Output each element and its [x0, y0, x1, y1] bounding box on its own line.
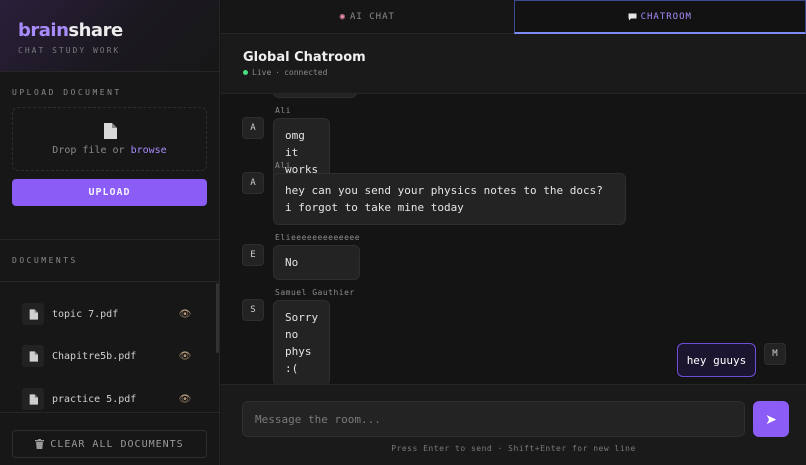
connection-status: Live · connected: [243, 68, 784, 77]
document-file-icon: [22, 345, 44, 367]
document-list-scrollbar[interactable]: [216, 283, 219, 353]
document-item[interactable]: practice 5.pdf 👁: [22, 387, 192, 411]
clear-all-label: CLEAR ALL DOCUMENTS: [50, 438, 184, 450]
document-item[interactable]: Chapitre5b.pdf 👁: [22, 344, 192, 368]
brand-header: brainshare CHAT STUDY WORK: [0, 0, 219, 72]
section-divider: [0, 281, 219, 282]
message-sender: Samuel Gauthier: [275, 288, 355, 297]
composer-hint: Press Enter to send · Shift+Enter for ne…: [391, 444, 636, 453]
file-icon: [103, 123, 117, 139]
document-name: topic 7.pdf: [52, 308, 119, 320]
message-sender: Ali: [275, 161, 291, 170]
send-button[interactable]: ➤: [753, 401, 789, 437]
tab-label: AI CHAT: [349, 12, 395, 22]
drop-instruction: Drop file or: [52, 145, 125, 156]
tab-bar: ◉ AI CHAT CHATROOM: [221, 0, 806, 34]
status-live: Live: [252, 68, 272, 77]
trash-icon: [35, 439, 45, 449]
tab-label: CHATROOM: [640, 11, 692, 22]
sidebar: brainshare CHAT STUDY WORK UPLOAD DOCUME…: [0, 0, 220, 465]
chatroom-header: Global Chatroom Live · connected: [221, 34, 806, 94]
message-list[interactable]: A Ali omg it works A Ali hey can you sen…: [221, 94, 806, 384]
logo-accent: share: [68, 20, 123, 41]
browse-link[interactable]: browse: [131, 145, 167, 156]
upload-section-label: UPLOAD DOCUMENT: [12, 88, 122, 97]
message-sender: Ali: [275, 106, 291, 115]
document-name: Chapitre5b.pdf: [52, 350, 137, 362]
message-input[interactable]: [242, 401, 745, 437]
app-logo: brainshare: [18, 20, 201, 42]
message-sender: Elieeeeeeeeeeeee: [275, 233, 361, 242]
message-bubble: hey can you send your physics notes to t…: [273, 173, 626, 225]
main-panel: ◉ AI CHAT CHATROOM Global Chatroom Live …: [221, 0, 806, 465]
avatar: A: [242, 172, 264, 194]
message-bubble: No: [273, 245, 360, 280]
own-message-bubble: hey guuys: [677, 343, 756, 377]
message-bubble: Sorry no phys :(: [273, 300, 331, 384]
document-file-icon: [22, 303, 44, 325]
eye-icon[interactable]: 👁: [178, 351, 192, 362]
brain-icon: ◉: [339, 12, 346, 22]
section-divider: [0, 239, 219, 240]
document-file-icon: [22, 388, 44, 410]
logo-main: brain: [18, 20, 69, 41]
documents-section-label: DOCUMENTS: [12, 256, 78, 265]
tab-chatroom[interactable]: CHATROOM: [513, 0, 806, 34]
upload-button[interactable]: UPLOAD: [12, 179, 207, 206]
avatar: S: [242, 299, 264, 321]
clear-all-documents-button[interactable]: CLEAR ALL DOCUMENTS: [12, 430, 207, 458]
section-divider: [0, 412, 219, 413]
chatroom-title: Global Chatroom: [243, 50, 366, 65]
status-separator: ·: [275, 68, 281, 77]
eye-icon[interactable]: 👁: [178, 309, 192, 320]
document-list: topic 7.pdf 👁 Chapitre5b.pdf 👁 practice …: [0, 293, 219, 411]
avatar: E: [242, 244, 264, 266]
message-bubble-partial: [273, 94, 357, 98]
avatar: A: [242, 117, 264, 139]
file-dropzone[interactable]: Drop file or browse: [12, 107, 207, 171]
document-item[interactable]: topic 7.pdf 👁: [22, 302, 192, 326]
speech-bubble-icon: [628, 13, 637, 20]
eye-icon[interactable]: 👁: [178, 394, 192, 405]
message-composer: ➤ Press Enter to send · Shift+Enter for …: [221, 384, 806, 465]
document-name: practice 5.pdf: [52, 393, 137, 405]
own-avatar: M: [764, 343, 786, 365]
online-indicator-icon: [243, 70, 248, 75]
dropzone-text: Drop file or browse: [13, 145, 206, 156]
app-tagline: CHAT STUDY WORK: [18, 46, 121, 55]
tab-ai-chat[interactable]: ◉ AI CHAT: [221, 0, 514, 34]
send-arrow-icon: ➤: [765, 410, 777, 427]
status-text: connected: [284, 68, 328, 77]
